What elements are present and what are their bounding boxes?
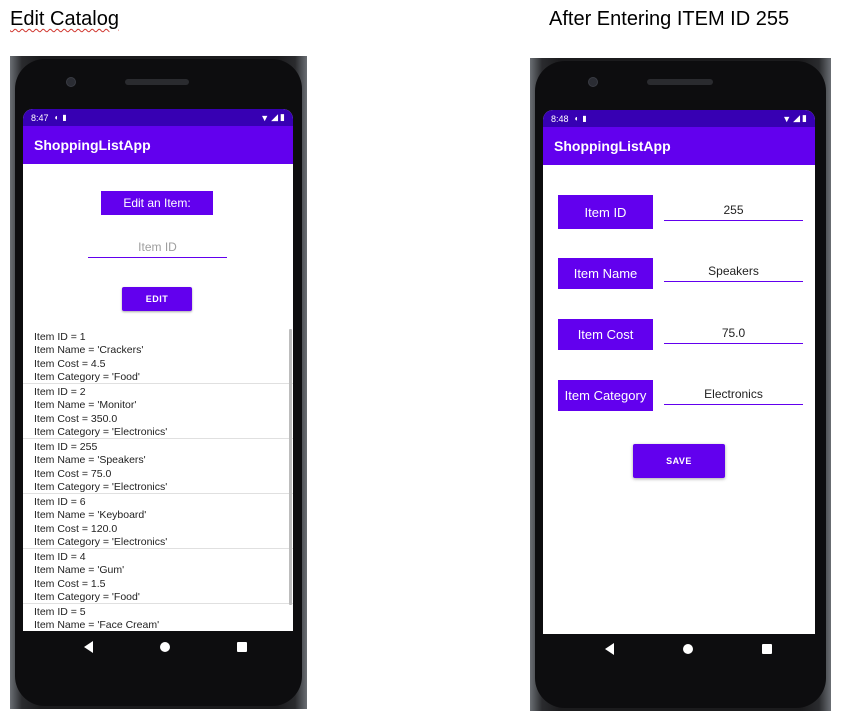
item-id-input[interactable] (88, 237, 227, 258)
item-name-text: Item Name = 'Monitor' (34, 399, 137, 412)
signal-icon: ◢ (271, 112, 279, 122)
wifi-icon: ▼ (260, 112, 270, 123)
nav-bar (570, 638, 806, 660)
nav-bar (50, 636, 280, 658)
app-bar: ShoppingListApp (23, 126, 293, 164)
phone-frame-left: 8:47 ◐ ▮ ▼ ◢ ▮ ShoppingListApp Edit an I… (10, 56, 307, 709)
status-time: 8:47 (31, 112, 49, 123)
motion-icon: ◐ (574, 114, 580, 123)
item-id-text: Item ID = 4 (34, 551, 86, 563)
back-icon[interactable] (83, 641, 93, 653)
speaker-grille (125, 79, 189, 85)
item-category-text: Item Category = 'Electronics' (34, 535, 168, 548)
app-bar: ShoppingListApp (543, 127, 815, 165)
sd-card-icon: ▮ (582, 114, 587, 123)
item-cost-text: Item Cost = 120.0 (34, 522, 118, 535)
item-name-field[interactable]: Speakers (664, 261, 803, 282)
signal-icon: ◢ (793, 113, 801, 123)
item-name-text: Item Name = 'Gum' (34, 564, 125, 577)
item-id-text: Item ID = 5 (34, 606, 86, 618)
item-id-text: Item ID = 2 (34, 386, 86, 398)
battery-icon: ▮ (280, 112, 285, 122)
app-title: ShoppingListApp (34, 137, 151, 153)
status-time: 8:48 (551, 113, 569, 124)
sd-card-icon: ▮ (62, 113, 67, 122)
home-icon[interactable] (159, 642, 170, 652)
status-bar: 8:48 ◐ ▮ ▼ ◢ ▮ (543, 110, 815, 127)
item-id-label: Item ID (558, 195, 653, 229)
item-category-field[interactable]: Electronics (664, 384, 803, 405)
camera-icon (588, 77, 598, 87)
item-id-field[interactable]: 255 (664, 200, 803, 221)
screen-edit-item: 8:48 ◐ ▮ ▼ ◢ ▮ ShoppingListApp Item ID 2… (543, 110, 815, 634)
list-item[interactable]: Item ID = 1 Item Name = 'Crackers' Item … (23, 329, 293, 384)
list-item[interactable]: Item ID = 4 Item Name = 'Gum' Item Cost … (23, 549, 293, 604)
item-cost-text: Item Cost = 4.5 (34, 357, 106, 370)
item-name-text: Item Name = 'Keyboard' (34, 509, 147, 522)
back-icon[interactable] (604, 643, 614, 655)
item-category-text: Item Category = 'Electronics' (34, 425, 168, 438)
app-title: ShoppingListApp (554, 138, 671, 154)
item-category-label: Item Category (558, 380, 653, 411)
motion-icon: ◐ (54, 113, 60, 122)
recents-icon[interactable] (761, 644, 772, 654)
caption-after-entering: After Entering ITEM ID 255 (549, 8, 790, 30)
item-id-text: Item ID = 6 (34, 496, 86, 508)
item-name-text: Item Name = 'Face Cream' (34, 619, 160, 631)
item-cost-field[interactable]: 75.0 (664, 323, 803, 344)
phone-frame-right: 8:48 ◐ ▮ ▼ ◢ ▮ ShoppingListApp Item ID 2… (530, 58, 831, 711)
screen-edit-catalog: 8:47 ◐ ▮ ▼ ◢ ▮ ShoppingListApp Edit an I… (23, 109, 293, 631)
item-name-label: Item Name (558, 258, 653, 289)
caption-left-text: Edit Catalog (10, 8, 119, 30)
battery-icon: ▮ (802, 113, 807, 123)
item-cost-text: Item Cost = 75.0 (34, 467, 112, 480)
item-cost-text: Item Cost = 1.5 (34, 577, 106, 590)
status-bar: 8:47 ◐ ▮ ▼ ◢ ▮ (23, 109, 293, 126)
list-item[interactable]: Item ID = 5 Item Name = 'Face Cream' (23, 604, 293, 631)
item-id-text: Item ID = 255 (34, 441, 98, 453)
item-id-text: Item ID = 1 (34, 331, 86, 343)
edit-item-title: Edit an Item: (101, 191, 213, 215)
list-scrollbar[interactable] (289, 329, 292, 605)
item-category-text: Item Category = 'Food' (34, 590, 140, 603)
list-item[interactable]: Item ID = 255 Item Name = 'Speakers' Ite… (23, 439, 293, 494)
item-name-text: Item Name = 'Speakers' (34, 454, 146, 467)
item-category-text: Item Category = 'Food' (34, 370, 140, 383)
wifi-icon: ▼ (782, 113, 792, 124)
caption-edit-catalog: Edit Catalog (10, 8, 119, 31)
recents-icon[interactable] (236, 642, 247, 652)
speaker-grille (647, 79, 713, 85)
camera-icon (66, 77, 76, 87)
save-button[interactable]: SAVE (633, 444, 725, 478)
catalog-list[interactable]: Item ID = 1 Item Name = 'Crackers' Item … (23, 329, 293, 631)
item-category-text: Item Category = 'Electronics' (34, 480, 168, 493)
item-name-text: Item Name = 'Crackers' (34, 344, 144, 357)
item-cost-label: Item Cost (558, 319, 653, 350)
home-icon[interactable] (682, 644, 693, 654)
list-item[interactable]: Item ID = 2 Item Name = 'Monitor' Item C… (23, 384, 293, 439)
list-item[interactable]: Item ID = 6 Item Name = 'Keyboard' Item … (23, 494, 293, 549)
item-cost-text: Item Cost = 350.0 (34, 412, 118, 425)
edit-button[interactable]: EDIT (122, 287, 192, 311)
